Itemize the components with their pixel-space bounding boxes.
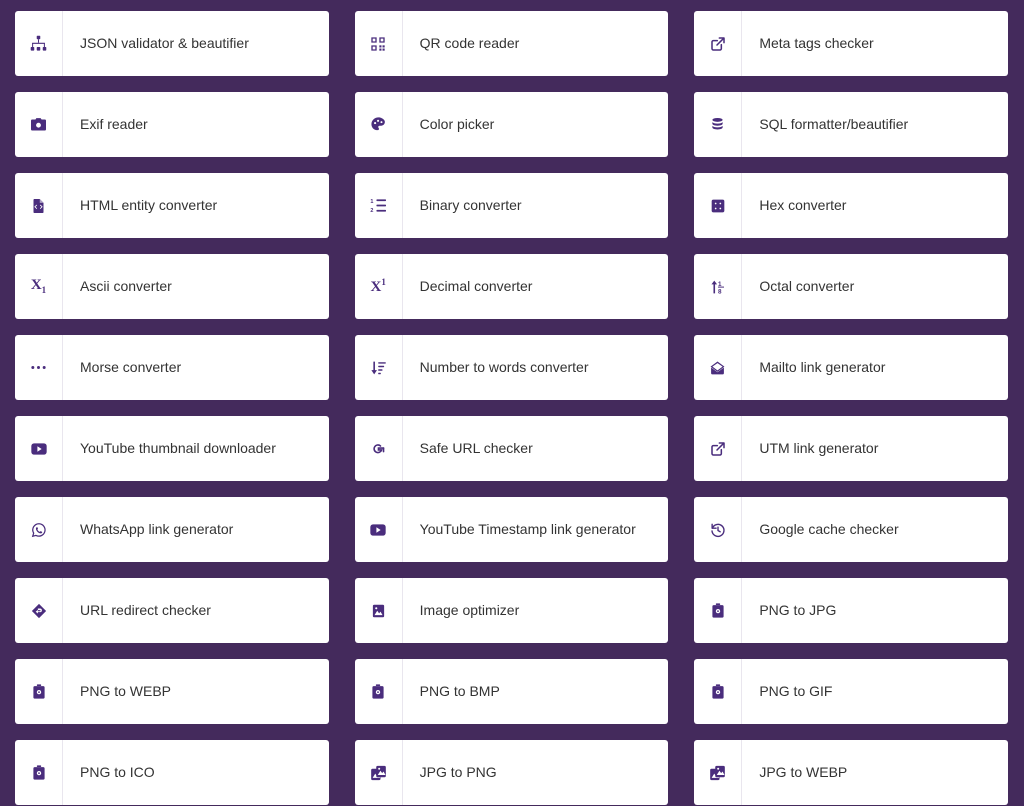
- tool-card[interactable]: JPG to WEBP: [694, 740, 1008, 805]
- tool-card[interactable]: Image optimizer: [354, 578, 669, 643]
- arrow-up-down-icon: 1 8: [694, 254, 743, 319]
- tool-card[interactable]: Morse converter: [15, 335, 329, 400]
- tool-card[interactable]: Google cache checker: [694, 497, 1008, 562]
- google-g-icon: [355, 416, 403, 481]
- tool-card[interactable]: PNG to BMP: [354, 659, 669, 724]
- file-image-icon: [694, 659, 743, 724]
- images-stack-icon: [355, 740, 403, 805]
- image-icon: [355, 578, 403, 643]
- svg-text:2: 2: [370, 208, 373, 213]
- file-image-icon: [694, 578, 743, 643]
- tool-card-label: YouTube Timestamp link generator: [419, 521, 636, 538]
- tool-card-label: Morse converter: [80, 359, 182, 376]
- tool-card-label: YouTube thumbnail downloader: [80, 440, 276, 457]
- tool-card-label: WhatsApp link generator: [80, 521, 234, 538]
- tool-card-label: JPG to PNG: [419, 764, 497, 781]
- images-stack-icon: [694, 740, 743, 805]
- tool-card[interactable]: Meta tags checker: [694, 11, 1008, 76]
- file-image-icon: [15, 740, 63, 805]
- tool-card[interactable]: PNG to WEBP: [15, 659, 329, 724]
- ordered-list-icon: 1 2: [355, 173, 403, 238]
- tool-card[interactable]: Number to words converter: [354, 335, 669, 400]
- redirect-diamond-icon: [15, 578, 63, 643]
- hex-grid-icon: [694, 173, 743, 238]
- ellipsis-icon: [15, 335, 63, 400]
- qr-code-icon: [355, 11, 403, 76]
- tool-card[interactable]: Color picker: [354, 92, 669, 157]
- youtube-play-icon: [355, 497, 403, 562]
- tool-card[interactable]: Hex converter: [694, 173, 1008, 238]
- tool-card[interactable]: WhatsApp link generator: [15, 497, 329, 562]
- tool-card[interactable]: Mailto link generator: [694, 335, 1008, 400]
- palette-icon: [355, 92, 403, 157]
- file-image-icon: [15, 659, 63, 724]
- tool-card-label: Image optimizer: [419, 602, 520, 619]
- tool-card-label: URL redirect checker: [80, 602, 211, 619]
- tool-card[interactable]: URL redirect checker: [15, 578, 329, 643]
- whatsapp-icon: [15, 497, 63, 562]
- tool-card[interactable]: Safe URL checker: [354, 416, 669, 481]
- superscript-icon: X1: [355, 254, 403, 319]
- tool-card-label: JSON validator & beautifier: [80, 35, 249, 52]
- svg-text:8: 8: [718, 288, 722, 294]
- file-code-icon: [15, 173, 63, 238]
- tool-card[interactable]: HTML entity converter: [15, 173, 329, 238]
- tool-card-label: Exif reader: [80, 116, 148, 133]
- tool-card-label: PNG to JPG: [759, 602, 837, 619]
- tool-card-label: HTML entity converter: [80, 197, 218, 214]
- tool-card[interactable]: X1 Decimal converter: [354, 254, 669, 319]
- tool-card[interactable]: YouTube Timestamp link generator: [354, 497, 669, 562]
- tool-card[interactable]: PNG to GIF: [694, 659, 1008, 724]
- youtube-play-icon: [15, 416, 63, 481]
- tool-card[interactable]: SQL formatter/beautifier: [694, 92, 1008, 157]
- tool-card-label: QR code reader: [419, 35, 520, 52]
- tool-card[interactable]: UTM link generator: [694, 416, 1008, 481]
- tool-card-label: JPG to WEBP: [759, 764, 848, 781]
- tool-card-label: Meta tags checker: [759, 35, 874, 52]
- tool-card-label: Safe URL checker: [419, 440, 533, 457]
- tool-card-label: Hex converter: [759, 197, 847, 214]
- sort-descending-icon: [355, 335, 403, 400]
- camera-icon: [15, 92, 63, 157]
- external-link-icon: [694, 416, 743, 481]
- tool-card-label: PNG to GIF: [759, 683, 833, 700]
- tool-card-label: Ascii converter: [80, 278, 172, 295]
- tools-grid: JSON validator & beautifier QR code read…: [0, 0, 1024, 805]
- tool-card[interactable]: JSON validator & beautifier: [15, 11, 329, 76]
- tool-card[interactable]: PNG to ICO: [15, 740, 329, 805]
- tool-card-label: Decimal converter: [419, 278, 533, 295]
- subscript-icon: X1: [15, 254, 63, 319]
- database-icon: [694, 92, 743, 157]
- tool-card-label: PNG to WEBP: [80, 683, 172, 700]
- history-icon: [694, 497, 743, 562]
- tool-card[interactable]: JPG to PNG: [354, 740, 669, 805]
- tool-card-label: Octal converter: [759, 278, 855, 295]
- tool-card-label: Google cache checker: [759, 521, 899, 538]
- svg-text:1: 1: [370, 199, 373, 205]
- tool-card-label: UTM link generator: [759, 440, 879, 457]
- tool-card[interactable]: YouTube thumbnail downloader: [15, 416, 329, 481]
- tool-card[interactable]: 1 8 Octal converter: [694, 254, 1008, 319]
- tool-card-label: SQL formatter/beautifier: [759, 116, 909, 133]
- file-image-icon: [355, 659, 403, 724]
- tool-card-label: PNG to BMP: [419, 683, 500, 700]
- tool-card-label: PNG to ICO: [80, 764, 155, 781]
- sitemap-icon: [15, 11, 63, 76]
- tool-card-label: Color picker: [419, 116, 495, 133]
- tool-card-label: Binary converter: [419, 197, 522, 214]
- tool-card[interactable]: X1 Ascii converter: [15, 254, 329, 319]
- tool-card-label: Number to words converter: [419, 359, 589, 376]
- tool-card[interactable]: QR code reader: [354, 11, 669, 76]
- tool-card[interactable]: 1 2 Binary converter: [354, 173, 669, 238]
- tool-card-label: Mailto link generator: [759, 359, 886, 376]
- tool-card[interactable]: Exif reader: [15, 92, 329, 157]
- envelope-icon: [694, 335, 743, 400]
- external-link-icon: [694, 11, 743, 76]
- tool-card[interactable]: PNG to JPG: [694, 578, 1008, 643]
